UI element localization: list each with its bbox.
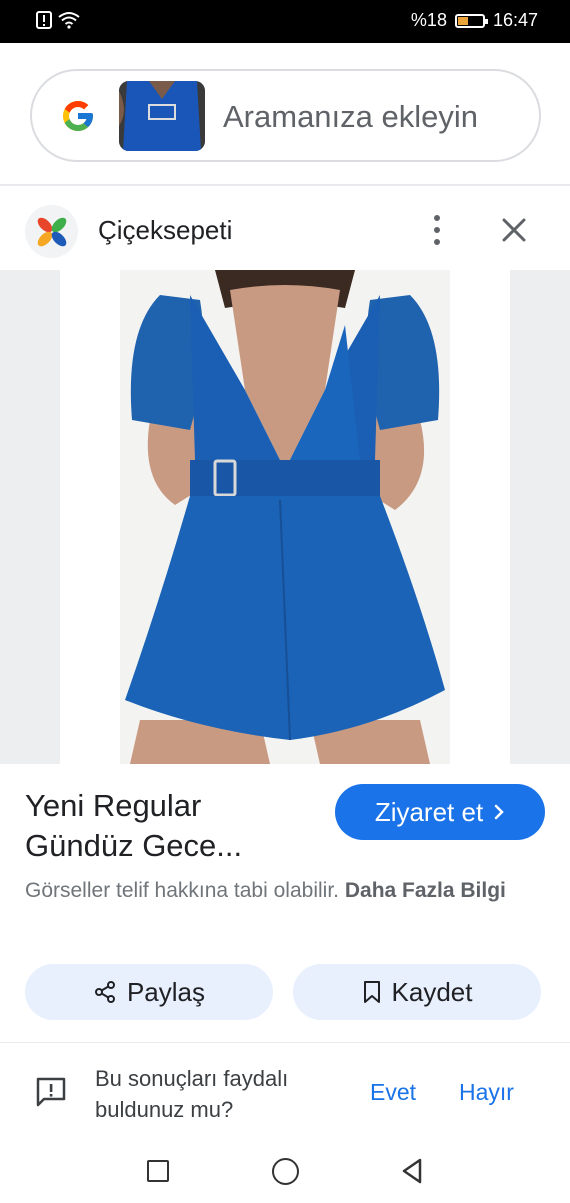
copyright-notice: Görseller telif hakkına tabi olabilir. D…: [25, 874, 545, 907]
status-icons-right: %18 16:47: [411, 10, 538, 31]
save-button-label: Kaydet: [391, 976, 473, 1007]
battery-level: [457, 16, 468, 25]
previous-image-peek[interactable]: [0, 270, 60, 764]
close-icon[interactable]: [498, 214, 530, 246]
search-image-thumbnail[interactable]: [119, 81, 205, 151]
home-icon[interactable]: [272, 1158, 299, 1185]
more-options-icon[interactable]: [424, 210, 450, 250]
next-image-peek[interactable]: [510, 270, 570, 764]
share-icon: [94, 981, 115, 1003]
image-carousel[interactable]: [0, 270, 570, 764]
product-title[interactable]: Yeni Regular Gündüz Gece...: [25, 786, 315, 866]
copyright-text: Görseller telif hakkına tabi olabilir.: [25, 879, 339, 902]
back-icon[interactable]: [398, 1157, 426, 1185]
battery-icon: [454, 13, 488, 28]
search-pill[interactable]: Aramanıza ekleyin: [30, 69, 541, 162]
share-button-label: Paylaş: [126, 976, 206, 1007]
status-bar: %18 16:47: [0, 0, 570, 43]
google-logo-icon: [63, 101, 93, 131]
recents-icon[interactable]: [147, 1160, 169, 1182]
battery-percent: %18: [410, 10, 447, 30]
visit-button[interactable]: Ziyaret et: [335, 784, 545, 840]
clock: 16:47: [492, 10, 538, 30]
product-image[interactable]: [120, 270, 450, 764]
source-logo-icon: [25, 205, 78, 258]
status-icons-left: [36, 11, 80, 29]
bookmark-icon: [363, 981, 380, 1003]
source-name[interactable]: Çiçeksepeti: [98, 215, 232, 246]
visit-button-label: Ziyaret et: [374, 796, 484, 827]
share-button[interactable]: Paylaş: [25, 964, 273, 1020]
feedback-bar: Bu sonuçları faydalı buldunuz mu? Evet H…: [0, 1042, 570, 1139]
search-text[interactable]: Aramanıza ekleyin: [223, 99, 478, 135]
feedback-icon: [36, 1077, 66, 1107]
feedback-question: Bu sonuçları faydalı buldunuz mu?: [95, 1066, 289, 1122]
alert-icon: [36, 11, 52, 29]
chevron-right-icon: [494, 804, 504, 820]
save-button[interactable]: Kaydet: [293, 964, 541, 1020]
feedback-yes-button[interactable]: Evet: [370, 1079, 416, 1106]
wifi-icon: [58, 12, 80, 29]
system-nav-bar: [0, 1139, 570, 1203]
source-row: Çiçeksepeti: [0, 190, 570, 270]
feedback-no-button[interactable]: Hayır: [459, 1079, 514, 1106]
more-info-link[interactable]: Daha Fazla Bilgi: [345, 879, 506, 902]
divider: [0, 184, 570, 186]
